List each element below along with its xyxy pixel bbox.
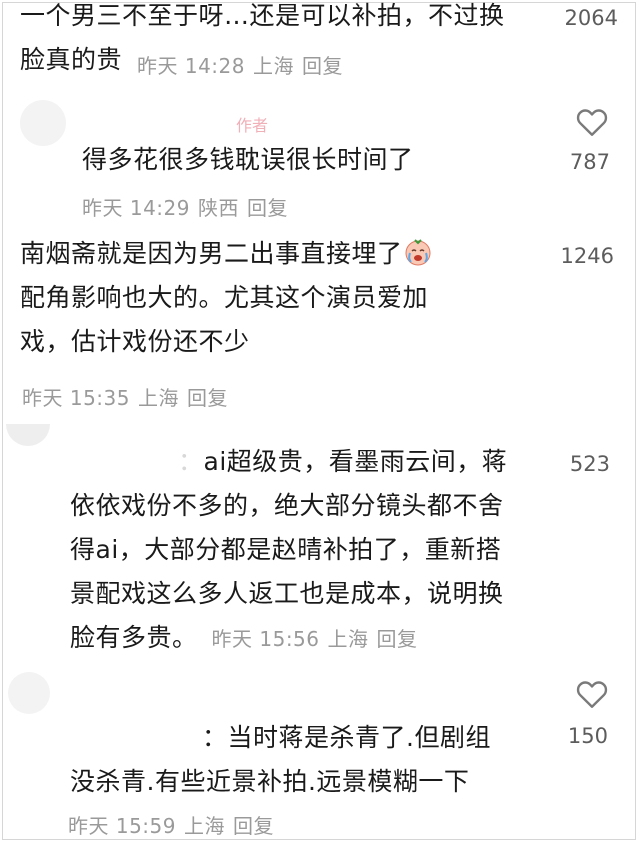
comment-time: 昨天 14:29 [82,196,190,220]
like-count: 523 [569,452,610,476]
like-count: 1246 [560,244,614,268]
heart-outline-icon[interactable] [574,104,610,140]
comment-meta: 昨天 14:28 上海 回复 [137,50,343,79]
reply-button[interactable]: 回复 [233,814,274,838]
comment-location: 上海 [184,814,225,838]
author-tag: 作者 [236,116,269,135]
comment-meta: 昨天 14:29 陕西 回复 [82,192,288,221]
like-count: 150 [567,724,608,748]
heart-outline-icon[interactable] [574,676,610,712]
comment-meta: 昨天 15:59 上海 回复 [68,810,274,839]
reply-button[interactable]: 回复 [247,196,288,220]
comment-text: 南烟斋就是因为男二出事直接埋了 配角影响也大的。尤其这个演员爱加 戏，估计戏份还… [20,232,433,364]
comment-time: 昨天 15:59 [68,814,176,838]
comment-text: ：当时蒋是杀青了.但剧组 没杀青.有些近景补拍.远景模糊一下 [70,723,491,796]
comment-list [2,2,636,840]
comment-time: 昨天 15:56 [211,627,320,651]
reply-button[interactable]: 回复 [377,627,418,651]
avatar[interactable] [8,672,50,714]
like-count: 787 [569,150,610,174]
comment-meta: 昨天 15:35 上海 回复 [22,382,228,411]
reply-button[interactable]: 回复 [302,54,343,78]
comment-time: 昨天 14:28 [137,54,245,78]
comment-time: 昨天 15:35 [22,386,130,410]
comment-location: 陕西 [198,196,239,220]
like-count: 2064 [564,6,618,30]
comment-text: ：ai超级贵，看墨雨云间，蒋 依依戏份不多的，绝大部分镜头都不舍 得ai，大部分… [70,447,508,652]
crying-face-emoji [403,237,433,267]
comment-location: 上海 [253,54,294,78]
comment-meta: 昨天 15:56 上海 回复 [212,627,418,651]
avatar[interactable] [20,100,66,146]
comment-location: 上海 [327,627,369,651]
reply-button[interactable]: 回复 [187,386,228,410]
comment-location: 上海 [138,386,179,410]
comment-text: 得多花很多钱耽误很长时间了 [82,145,414,174]
